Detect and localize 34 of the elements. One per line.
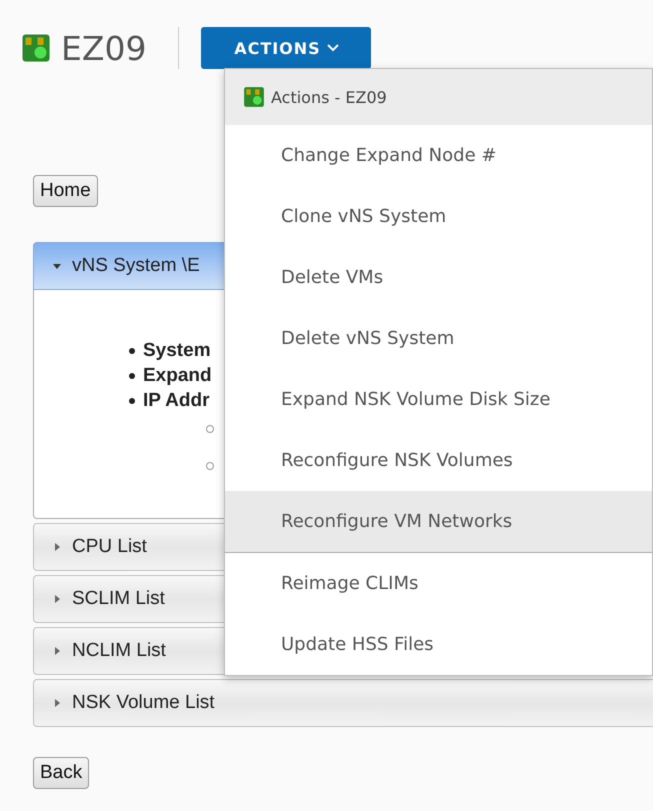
accordion-title: NCLIM List [72,640,166,662]
accordion-title: NSK Volume List [72,692,215,714]
accordion-title: CPU List [72,536,147,558]
menu-item[interactable]: Reimage CLIMs [225,553,652,614]
menu-item[interactable]: Clone vNS System [225,186,652,247]
menu-item[interactable]: Reconfigure VM Networks [225,491,652,553]
expand-triangle-icon [52,594,62,604]
menu-title: Actions - EZ09 [271,88,387,106]
back-button[interactable]: Back [33,757,90,789]
app-logo-icon [243,86,265,108]
list-item: Expand [143,364,212,386]
accordion-header[interactable]: NSK Volume List [33,679,653,727]
expand-triangle-icon [52,542,62,552]
app-logo-icon [21,33,51,63]
actions-button[interactable]: ACTIONS [201,27,372,69]
accordion-title: SCLIM List [72,588,165,610]
bullet-icon [129,372,135,378]
bullet-icon [129,398,135,404]
menu-item[interactable]: Expand NSK Volume Disk Size [225,369,652,430]
chevron-down-icon [326,44,339,52]
expand-triangle-icon [52,698,62,708]
list-item: IP Addr [143,390,210,412]
menu-item[interactable]: Change Expand Node # [225,125,652,186]
accordion-title: vNS System \E [72,255,200,277]
home-button[interactable]: Home [33,175,98,207]
menu-item[interactable]: Update HSS Files [225,614,652,675]
menu-item[interactable]: Delete VMs [225,247,652,308]
bullet-icon [129,348,135,354]
collapse-triangle-icon [52,261,62,271]
list-item: System [143,340,211,362]
menu-item[interactable]: Delete vNS System [225,308,652,369]
menu-item[interactable]: Reconfigure NSK Volumes [225,430,652,491]
expand-triangle-icon [52,646,62,656]
page-title: EZ09 [61,28,146,68]
